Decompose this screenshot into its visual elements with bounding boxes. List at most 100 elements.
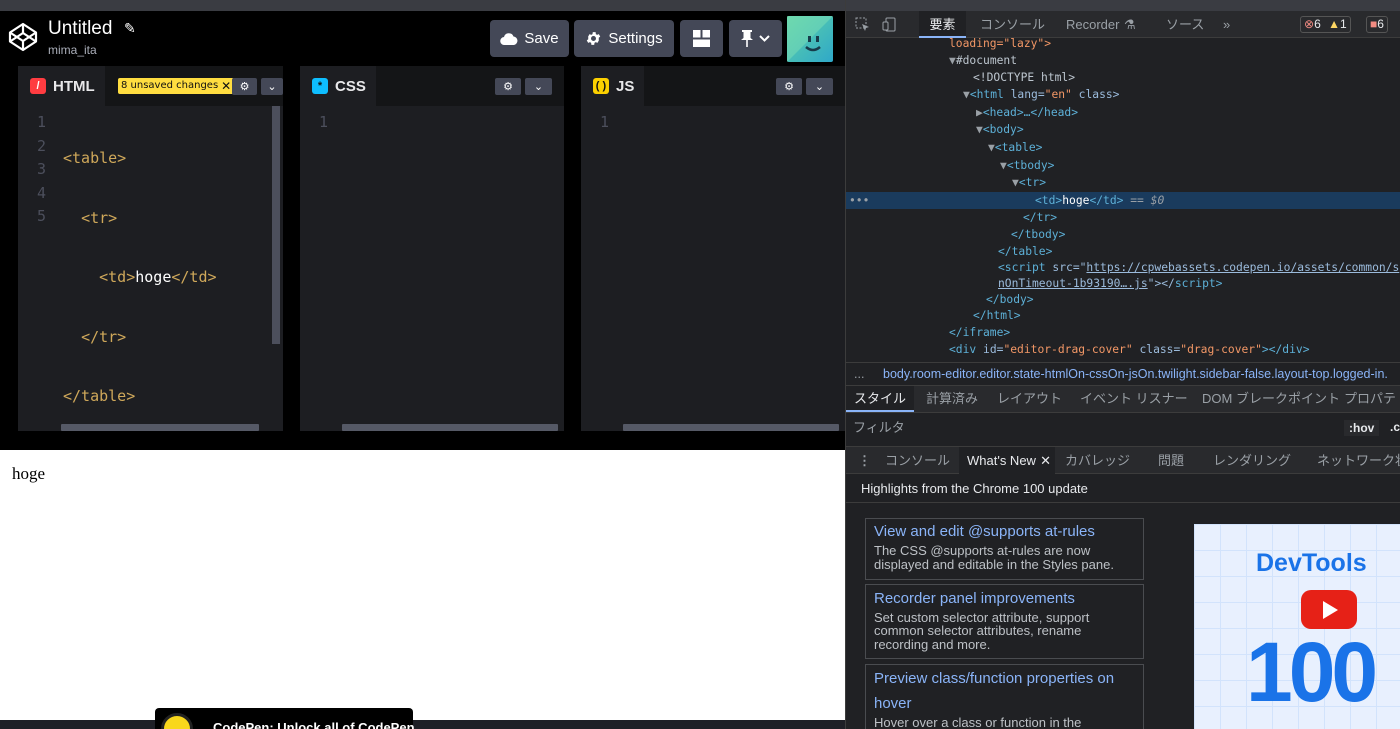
tab-event-listeners[interactable]: イベント リスナー bbox=[1080, 386, 1188, 412]
hov-toggle[interactable]: :hov bbox=[1344, 420, 1380, 436]
vertical-scrollbar[interactable] bbox=[272, 106, 280, 344]
expand-triangle-icon[interactable]: ▼ bbox=[963, 88, 970, 101]
dom-line[interactable]: ▼<body> bbox=[846, 121, 1400, 138]
css-pane-title: * CSS bbox=[300, 66, 376, 106]
promo-toast[interactable]: CodePen: Unlock all of CodePen bbox=[155, 708, 415, 729]
horizontal-scrollbar[interactable] bbox=[61, 424, 259, 431]
html-code[interactable]: <table> <tr> <td>hoge</td> </tr> </table… bbox=[63, 111, 217, 445]
tab-elements[interactable]: 要素 bbox=[919, 11, 966, 38]
error-count-badge[interactable]: ⊗6 ▲1 bbox=[1300, 16, 1351, 33]
breadcrumb-item[interactable]: body.room-editor.editor.state-htmlOn-css… bbox=[883, 363, 1388, 385]
more-dots-icon[interactable]: ••• bbox=[849, 192, 869, 209]
css-settings-button[interactable]: ⚙ bbox=[495, 78, 521, 95]
tab-styles[interactable]: スタイル bbox=[846, 386, 914, 412]
feature-title[interactable]: Recorder panel improvements bbox=[874, 590, 1075, 607]
feature-desc: recording and more. bbox=[874, 637, 991, 652]
device-toolbar-icon[interactable] bbox=[882, 17, 897, 32]
breadcrumb-more[interactable]: ... bbox=[854, 363, 864, 385]
drawer-tab-coverage[interactable]: カバレッジ bbox=[1065, 447, 1130, 474]
drawer-tab-network-conditions[interactable]: ネットワーク状 bbox=[1317, 447, 1400, 474]
layout-button[interactable] bbox=[680, 20, 723, 57]
feature-card[interactable]: Preview class/function properties on hov… bbox=[865, 664, 1144, 729]
tab-dom-breakpoints[interactable]: DOM ブレークポイント bbox=[1202, 386, 1340, 412]
html-pane-title: / HTML bbox=[18, 66, 105, 106]
promo-title: DevTools bbox=[1256, 549, 1367, 577]
dom-line[interactable]: ▼<tr> bbox=[846, 174, 1400, 191]
js-settings-button[interactable]: ⚙ bbox=[776, 78, 802, 95]
whats-new-label: What's New bbox=[967, 453, 1036, 468]
feature-card[interactable]: Recorder panel improvements Set custom s… bbox=[865, 584, 1144, 659]
dom-line[interactable]: <!DOCTYPE html> bbox=[846, 69, 1400, 86]
pen-title[interactable]: Untitled bbox=[48, 18, 112, 40]
script-src-link[interactable]: https://cpwebassets.codepen.io/assets/co… bbox=[1086, 261, 1399, 274]
codepen-logo-icon[interactable] bbox=[8, 22, 38, 52]
drawer-tab-whats-new[interactable]: What's New ✕ bbox=[959, 447, 1055, 474]
cls-toggle[interactable]: .c bbox=[1390, 414, 1400, 441]
drawer-tab-rendering[interactable]: レンダリング bbox=[1213, 447, 1291, 474]
expand-triangle-icon[interactable]: ▼ bbox=[949, 54, 956, 67]
unsaved-changes-badge[interactable]: 8 unsaved changes ✕ bbox=[118, 78, 235, 94]
whats-new-heading: Highlights from the Chrome 100 update bbox=[861, 481, 1088, 496]
dom-line[interactable]: nOnTimeout-1b93190….js"></script> bbox=[846, 275, 1400, 292]
drawer-tabs: ⋮ コンソール What's New ✕ カバレッジ 問題 レンダリング ネット… bbox=[846, 446, 1400, 474]
dom-line-selected[interactable]: ••• <td>hoge</td> == $0 bbox=[846, 192, 1400, 209]
resize-drag-bar[interactable] bbox=[0, 431, 845, 450]
edit-title-pencil-icon[interactable]: ✎ bbox=[124, 21, 136, 37]
dom-line[interactable]: </table> bbox=[846, 243, 1400, 260]
close-icon[interactable]: ✕ bbox=[221, 78, 231, 94]
pin-menu-button[interactable] bbox=[729, 20, 782, 57]
filter-input[interactable]: フィルタ bbox=[853, 414, 905, 441]
tab-properties[interactable]: プロパテ bbox=[1344, 386, 1396, 412]
tab-computed[interactable]: 計算済み bbox=[926, 386, 978, 412]
js-collapse-button[interactable]: ⌄ bbox=[806, 78, 833, 95]
settings-button[interactable]: Settings bbox=[574, 20, 674, 57]
devtools-100-video-thumbnail[interactable]: DevTools 100 bbox=[1194, 524, 1400, 729]
dom-line[interactable]: ▶<head>…</head> bbox=[846, 104, 1400, 121]
more-tabs-button[interactable]: » bbox=[1223, 11, 1230, 38]
line-number: 1 bbox=[36, 113, 46, 131]
dom-line[interactable]: <div id="editor-drag-cover" class="drag-… bbox=[846, 341, 1400, 358]
close-icon[interactable]: ✕ bbox=[1040, 447, 1051, 474]
dom-line[interactable]: <script src="https://cpwebassets.codepen… bbox=[846, 259, 1400, 276]
tab-console[interactable]: コンソール bbox=[980, 11, 1045, 38]
inspect-element-icon[interactable] bbox=[855, 17, 870, 32]
expand-triangle-icon[interactable]: ▼ bbox=[988, 141, 995, 154]
html-collapse-button[interactable]: ⌄ bbox=[261, 78, 283, 95]
horizontal-scrollbar[interactable] bbox=[342, 424, 558, 431]
dom-line[interactable]: ▼#document bbox=[846, 52, 1400, 69]
dom-line[interactable]: </iframe> bbox=[846, 324, 1400, 341]
issues-badge[interactable]: ■6 bbox=[1366, 16, 1388, 33]
dom-line[interactable]: </tbody> bbox=[846, 226, 1400, 243]
tab-layout[interactable]: レイアウト bbox=[997, 386, 1062, 412]
dom-line[interactable]: loading="lazy"> bbox=[846, 38, 1400, 52]
feature-title[interactable]: Preview class/function properties on bbox=[874, 670, 1114, 687]
drawer-tab-console[interactable]: コンソール bbox=[885, 447, 950, 474]
pen-author[interactable]: mima_ita bbox=[48, 43, 97, 57]
dom-line[interactable]: ▼<html lang="en" class> bbox=[846, 86, 1400, 103]
dom-line[interactable]: </tr> bbox=[846, 209, 1400, 226]
user-avatar[interactable] bbox=[787, 16, 833, 62]
script-src-link[interactable]: nOnTimeout-1b93190….js bbox=[998, 277, 1148, 290]
save-button[interactable]: Save bbox=[490, 20, 569, 57]
codepen-header: Untitled ✎ mima_ita Save Settings bbox=[0, 11, 845, 66]
expand-triangle-icon[interactable]: ▼ bbox=[976, 123, 983, 136]
drawer-menu-icon[interactable]: ⋮ bbox=[858, 447, 871, 474]
browser-top-strip bbox=[0, 0, 845, 11]
tab-recorder[interactable]: Recorder bbox=[1066, 11, 1119, 38]
css-collapse-button[interactable]: ⌄ bbox=[525, 78, 552, 95]
dom-line[interactable]: </html> bbox=[846, 307, 1400, 324]
feature-title-continued[interactable]: hover bbox=[874, 695, 912, 712]
html-settings-button[interactable]: ⚙ bbox=[232, 78, 257, 95]
dom-line[interactable]: ▼<tbody> bbox=[846, 157, 1400, 174]
dom-line[interactable]: </body> bbox=[846, 291, 1400, 308]
drawer-tab-issues[interactable]: 問題 bbox=[1158, 447, 1184, 474]
node-text: hoge bbox=[1062, 194, 1090, 207]
horizontal-scrollbar[interactable] bbox=[623, 424, 839, 431]
expand-triangle-icon[interactable]: ▼ bbox=[1012, 176, 1019, 189]
dom-line[interactable]: ▼<table> bbox=[846, 139, 1400, 156]
feature-card[interactable]: View and edit @supports at-rules The CSS… bbox=[865, 518, 1144, 580]
expand-triangle-icon[interactable]: ▼ bbox=[1000, 159, 1007, 172]
tab-sources[interactable]: ソース bbox=[1166, 11, 1204, 38]
expand-triangle-icon[interactable]: ▶ bbox=[976, 106, 983, 119]
feature-title[interactable]: View and edit @supports at-rules bbox=[874, 523, 1095, 540]
